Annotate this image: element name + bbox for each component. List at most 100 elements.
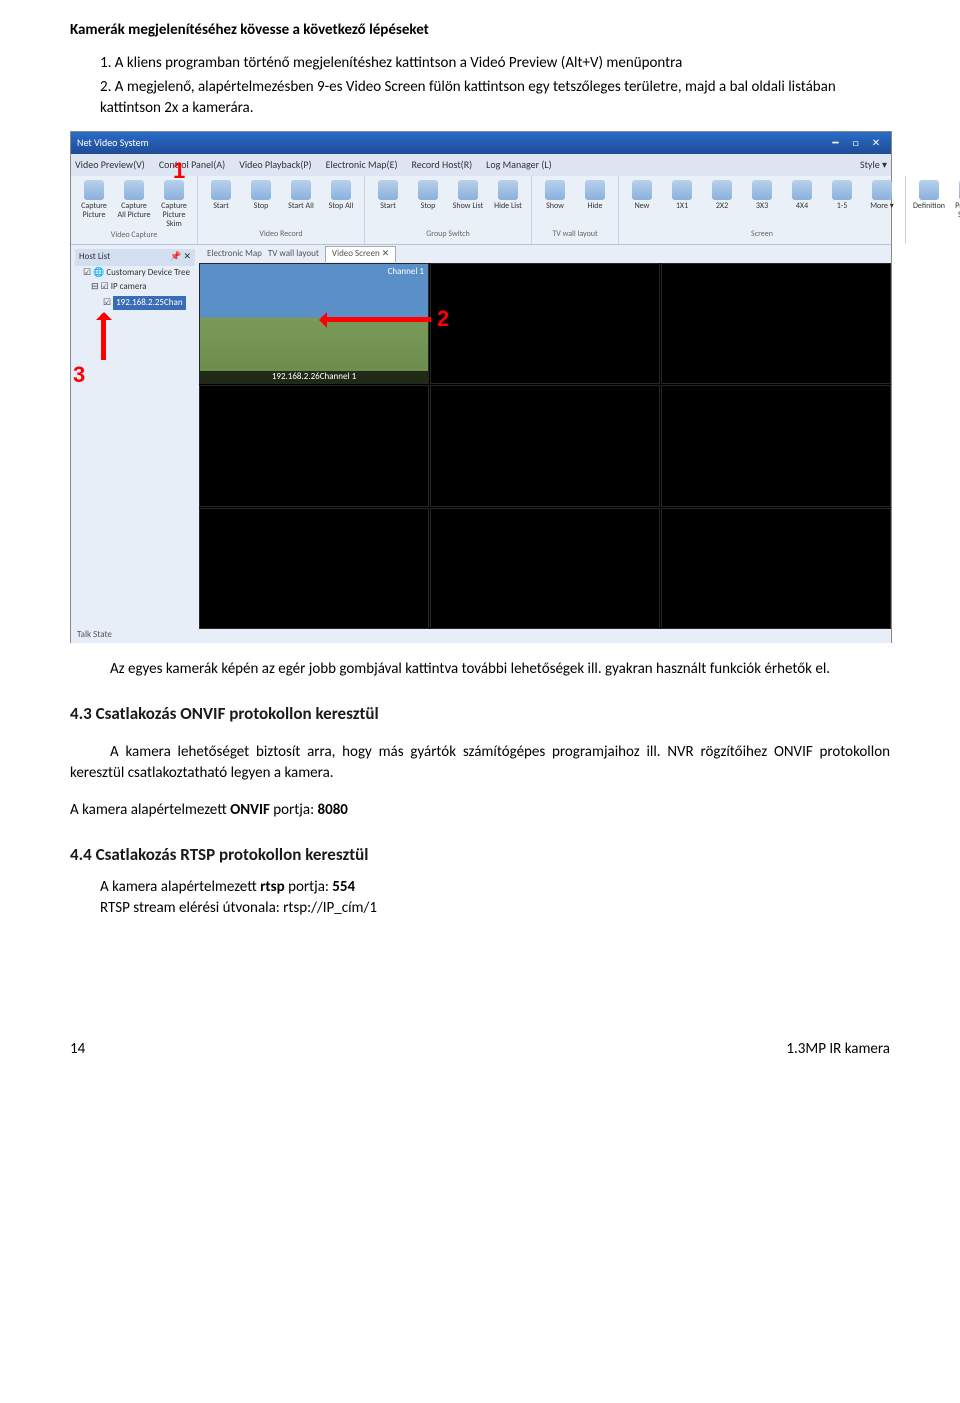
- steps-list: 1. A kliens programban történő megjelení…: [100, 53, 890, 119]
- group-caption: TV wall layout: [538, 229, 612, 240]
- play-icon: [291, 180, 311, 200]
- list-icon: [458, 180, 478, 200]
- video-cell[interactable]: [661, 263, 891, 384]
- menu-item[interactable]: Control Panel(A): [159, 158, 225, 172]
- grid-icon: [752, 180, 772, 200]
- menu-item[interactable]: Video Playback(P): [239, 158, 311, 172]
- capture-all-button[interactable]: Capture All Picture: [117, 180, 151, 228]
- video-cell[interactable]: [199, 385, 429, 506]
- talk-state: Talk State: [71, 629, 891, 643]
- grid-icon: [712, 180, 732, 200]
- tree-camera-group[interactable]: ⊟ ☑ IP camera: [75, 280, 195, 295]
- video-cell[interactable]: [430, 508, 660, 629]
- play-icon: [378, 180, 398, 200]
- annotation-marker-3: 3: [73, 360, 85, 391]
- host-list-panel: Host List 📌 ✕ ☑ 🌐 Customary Device Tree …: [71, 245, 199, 629]
- titlebar: Net Video System ━ □ ✕: [71, 132, 891, 154]
- footer: 14 1.3MP IR kamera: [70, 1039, 890, 1060]
- definition-button[interactable]: Definition: [912, 180, 946, 220]
- window-controls[interactable]: ━ □ ✕: [826, 136, 885, 150]
- rtsp-path-line: RTSP stream elérési útvonala: rtsp://IP_…: [100, 898, 890, 919]
- list-icon: [498, 180, 518, 200]
- app-screenshot: Net Video System ━ □ ✕ Video Preview(V) …: [70, 131, 892, 643]
- annotation-marker-2: 2: [437, 304, 449, 335]
- tree-root[interactable]: ☑ 🌐 Customary Device Tree: [75, 266, 195, 281]
- ribbon: Capture Picture Capture All Picture Capt…: [71, 176, 891, 245]
- step-num: 2.: [100, 78, 111, 96]
- close-icon[interactable]: ✕: [867, 136, 885, 150]
- video-cell[interactable]: [430, 385, 660, 506]
- layout-1x1-button[interactable]: 1X1: [665, 180, 699, 211]
- feed-caption: 192.168.2.26Channel 1: [200, 371, 428, 384]
- grid-icon: [585, 180, 605, 200]
- tab-video-screen[interactable]: Video Screen ✕: [325, 246, 396, 262]
- tree-camera-channel[interactable]: ☑ 192.168.2.25Chan: [75, 295, 195, 312]
- more-icon: [872, 180, 892, 200]
- group-caption: Video Capture: [77, 230, 191, 241]
- layout-2x2-button[interactable]: 2X2: [705, 180, 739, 211]
- maximize-icon[interactable]: □: [847, 136, 865, 150]
- tvwall-hide-button[interactable]: Hide: [578, 180, 612, 211]
- stop-all-button[interactable]: Stop All: [324, 180, 358, 211]
- play-icon: [211, 180, 231, 200]
- layout-3x3-button[interactable]: 3X3: [745, 180, 779, 211]
- capture-skim-button[interactable]: Capture Picture Skim: [157, 180, 191, 228]
- annotation-arrow-3: [101, 314, 106, 360]
- footer-title: 1.3MP IR kamera: [786, 1039, 890, 1060]
- layout-1-5-button[interactable]: 1-5: [825, 180, 859, 211]
- layout-4x4-button[interactable]: 4X4: [785, 180, 819, 211]
- plus-icon: [632, 180, 652, 200]
- stop-icon: [418, 180, 438, 200]
- minimize-icon[interactable]: ━: [826, 136, 844, 150]
- section-heading: 4.3 Csatlakozás ONVIF protokollon keresz…: [70, 702, 890, 726]
- gs-stop-button[interactable]: Stop: [411, 180, 445, 211]
- more-layouts-button[interactable]: More ▾: [865, 180, 899, 211]
- paragraph: A kamera lehetőséget biztosít arra, hogy…: [70, 742, 890, 784]
- page-number: 14: [70, 1039, 85, 1060]
- stop-button[interactable]: Stop: [244, 180, 278, 211]
- menu-item[interactable]: Electronic Map(E): [326, 158, 398, 172]
- gs-start-button[interactable]: Start: [371, 180, 405, 211]
- group-caption: Screen: [625, 229, 899, 240]
- style-dropdown[interactable]: Style ▾: [860, 158, 887, 172]
- video-cell[interactable]: [430, 263, 660, 384]
- capture-picture-button[interactable]: Capture Picture: [77, 180, 111, 228]
- group-caption: Group Switch: [371, 229, 525, 240]
- previous-screen-button[interactable]: Previous Screen: [952, 180, 960, 220]
- tabs: Electronic Map TV wall layout Video Scre…: [199, 245, 891, 263]
- step-text: A megjelenő, alapértelmezésben 9-es Vide…: [100, 78, 836, 117]
- new-screen-button[interactable]: New: [625, 180, 659, 211]
- video-cell[interactable]: [661, 508, 891, 629]
- hide-list-button[interactable]: Hide List: [491, 180, 525, 211]
- grid-icon: [792, 180, 812, 200]
- step-num: 1.: [100, 54, 111, 72]
- tvwall-show-button[interactable]: Show: [538, 180, 572, 211]
- stop-icon: [251, 180, 271, 200]
- show-list-button[interactable]: Show List: [451, 180, 485, 211]
- grid-icon: [832, 180, 852, 200]
- menu-item[interactable]: Record Host(R): [412, 158, 473, 172]
- menu-item[interactable]: Log Manager (L): [486, 158, 551, 172]
- step-text: A kliens programban történő megjelenítés…: [115, 54, 682, 72]
- menu-item[interactable]: Video Preview(V): [75, 158, 145, 172]
- onvif-port-line: A kamera alapértelmezett ONVIF portja: 8…: [70, 800, 890, 821]
- section-heading: 4.4 Csatlakozás RTSP protokollon kereszt…: [70, 843, 890, 867]
- group-caption: Video Record: [204, 229, 358, 240]
- panel-pin-icon[interactable]: 📌 ✕: [170, 251, 191, 264]
- video-grid: Channel 1 192.168.2.26Channel 1: [199, 263, 891, 629]
- grid-icon: [672, 180, 692, 200]
- tab-tvwall[interactable]: TV wall layout: [268, 248, 319, 261]
- start-all-button[interactable]: Start All: [284, 180, 318, 211]
- video-cell[interactable]: [199, 508, 429, 629]
- heading: Kamerák megjelenítéséhez kövesse a követ…: [70, 20, 890, 41]
- tab-electronic-map[interactable]: Electronic Map: [207, 248, 262, 261]
- channel-label: Channel 1: [388, 266, 424, 279]
- annotation-marker-1: 1: [173, 156, 185, 187]
- annotation-arrow-2: [321, 317, 431, 322]
- stop-icon: [331, 180, 351, 200]
- start-button[interactable]: Start: [204, 180, 238, 211]
- video-cell[interactable]: [661, 385, 891, 506]
- host-list-title: Host List: [79, 251, 110, 262]
- grid-icon: [545, 180, 565, 200]
- paragraph: Az egyes kamerák képén az egér jobb gomb…: [70, 659, 890, 680]
